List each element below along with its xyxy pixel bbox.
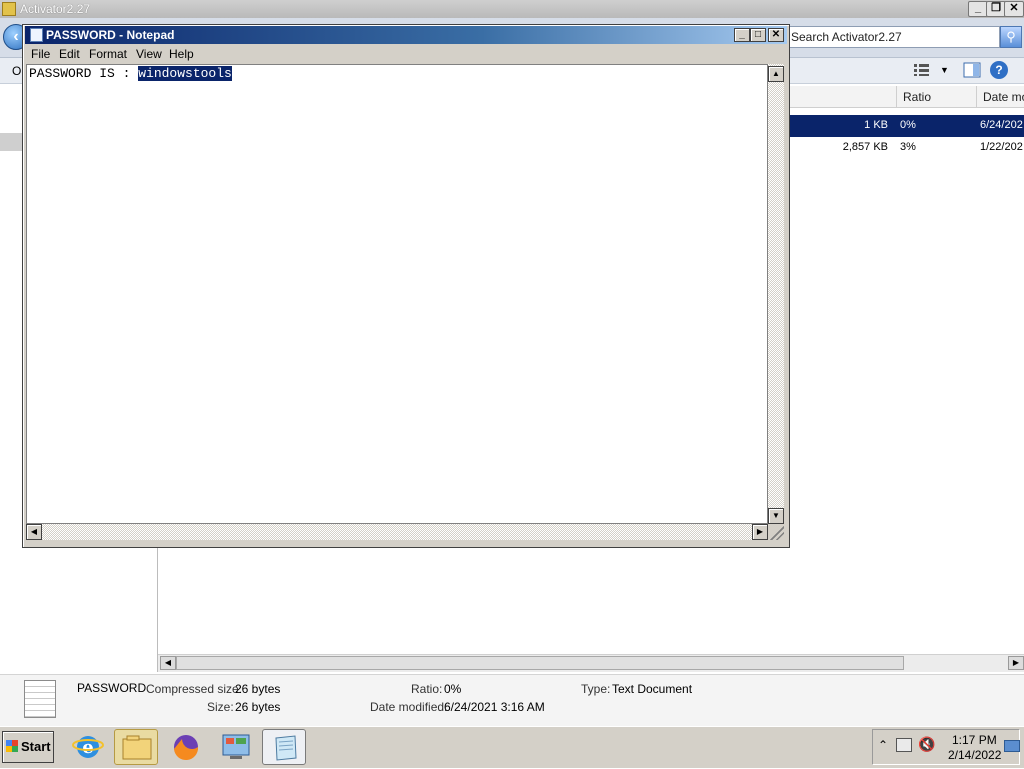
firefox-icon[interactable] <box>164 729 208 765</box>
scroll-right-arrow[interactable]: ▶ <box>1008 656 1024 670</box>
show-desktop-icon[interactable] <box>1004 740 1020 752</box>
column-header-ratio[interactable]: Ratio <box>896 86 976 108</box>
menu-view[interactable]: View <box>136 47 162 61</box>
notepad-close-button[interactable]: ✕ <box>768 28 784 42</box>
search-icon[interactable]: ⚲ <box>1000 26 1022 48</box>
search-input[interactable]: Search Activator2.27 <box>786 26 1000 48</box>
menu-file[interactable]: File <box>31 47 50 61</box>
notepad-text-area[interactable] <box>26 64 768 524</box>
details-type-value: Text Document <box>612 682 693 696</box>
details-ratio-value: 0% <box>444 682 462 696</box>
organize-menu[interactable]: O <box>12 64 21 78</box>
scroll-down-arrow[interactable]: ▼ <box>768 508 784 524</box>
details-date-modified-label: Date modified: <box>370 700 448 714</box>
chevron-down-icon[interactable]: ▼ <box>940 62 952 78</box>
details-compressed-size-value: 26 bytes <box>235 682 281 696</box>
notepad-maximize-button[interactable]: □ <box>750 28 766 42</box>
file-explorer-icon[interactable] <box>114 729 158 765</box>
view-options-icon[interactable] <box>912 62 932 78</box>
preview-pane-icon[interactable] <box>962 61 982 79</box>
menu-help[interactable]: Help <box>169 47 194 61</box>
help-icon[interactable]: ? <box>990 61 1008 79</box>
details-size-label: Size: <box>207 700 234 714</box>
selected-text[interactable]: windowstools <box>138 66 232 81</box>
scroll-left-arrow[interactable]: ◀ <box>26 524 42 540</box>
row-ratio: 0% <box>900 119 916 131</box>
row-date: 1/22/202 <box>980 141 1023 153</box>
notepad-vertical-scrollbar[interactable] <box>768 64 784 524</box>
minimize-button[interactable]: _ <box>968 1 988 17</box>
notepad-minimize-button[interactable]: _ <box>734 28 750 42</box>
details-size-value: 26 bytes <box>235 700 281 714</box>
scrollbar-thumb[interactable] <box>176 656 904 670</box>
details-ratio-label: Ratio: <box>411 682 443 696</box>
text-document-icon <box>24 680 56 718</box>
close-button[interactable]: ✕ <box>1004 1 1024 17</box>
details-date-modified-value: 6/24/2021 3:16 AM <box>444 700 545 714</box>
notepad-taskbar-button[interactable] <box>262 729 306 765</box>
volume-muted-icon[interactable]: 🔇 <box>918 736 935 753</box>
explorer-titlebar[interactable] <box>0 0 1024 18</box>
resize-grip[interactable] <box>770 526 784 540</box>
row-date: 6/24/202 <box>980 119 1023 131</box>
notepad-icon[interactable] <box>30 28 43 42</box>
windows-logo-icon <box>6 740 18 752</box>
menu-format[interactable]: Format <box>89 47 127 61</box>
row-size: 2,857 KB <box>842 141 888 153</box>
clock-time[interactable]: 1:17 PM <box>952 733 997 747</box>
column-header-size[interactable]: e <box>772 86 896 108</box>
zip-folder-icon <box>2 2 16 16</box>
nav-selected-item[interactable] <box>0 133 24 151</box>
restore-button[interactable]: ❐ <box>986 1 1006 17</box>
control-panel-icon[interactable] <box>214 729 258 765</box>
network-icon[interactable] <box>896 738 912 752</box>
table-row[interactable]: 1 KB 0% 6/24/202 <box>788 115 1024 137</box>
chevron-up-icon[interactable]: ⌃ <box>878 738 888 752</box>
column-header-date[interactable]: Date moc <box>976 86 1024 108</box>
notepad-title: PASSWORD - Notepad <box>46 28 175 42</box>
row-ratio: 3% <box>900 141 916 153</box>
internet-explorer-icon[interactable]: e <box>66 729 110 765</box>
scroll-left-arrow[interactable]: ◀ <box>160 656 176 670</box>
text-prefix: PASSWORD IS : <box>29 66 139 81</box>
clock-date[interactable]: 2/14/2022 <box>948 748 1001 762</box>
notepad-content[interactable]: PASSWORD IS : windowstools <box>29 66 232 81</box>
menu-edit[interactable]: Edit <box>59 47 80 61</box>
details-compressed-size-label: Compressed size: <box>146 682 243 696</box>
scroll-up-arrow[interactable]: ▲ <box>768 66 784 82</box>
details-type-label: Type: <box>581 682 611 696</box>
notepad-horizontal-scrollbar[interactable] <box>26 524 768 540</box>
table-row[interactable]: 2,857 KB 3% 1/22/202 <box>788 137 1024 159</box>
scroll-right-arrow[interactable]: ▶ <box>752 524 768 540</box>
explorer-title: Activator2.27 <box>20 2 91 16</box>
row-size: 1 KB <box>864 119 888 131</box>
details-file-name: PASSWORD <box>77 681 147 695</box>
